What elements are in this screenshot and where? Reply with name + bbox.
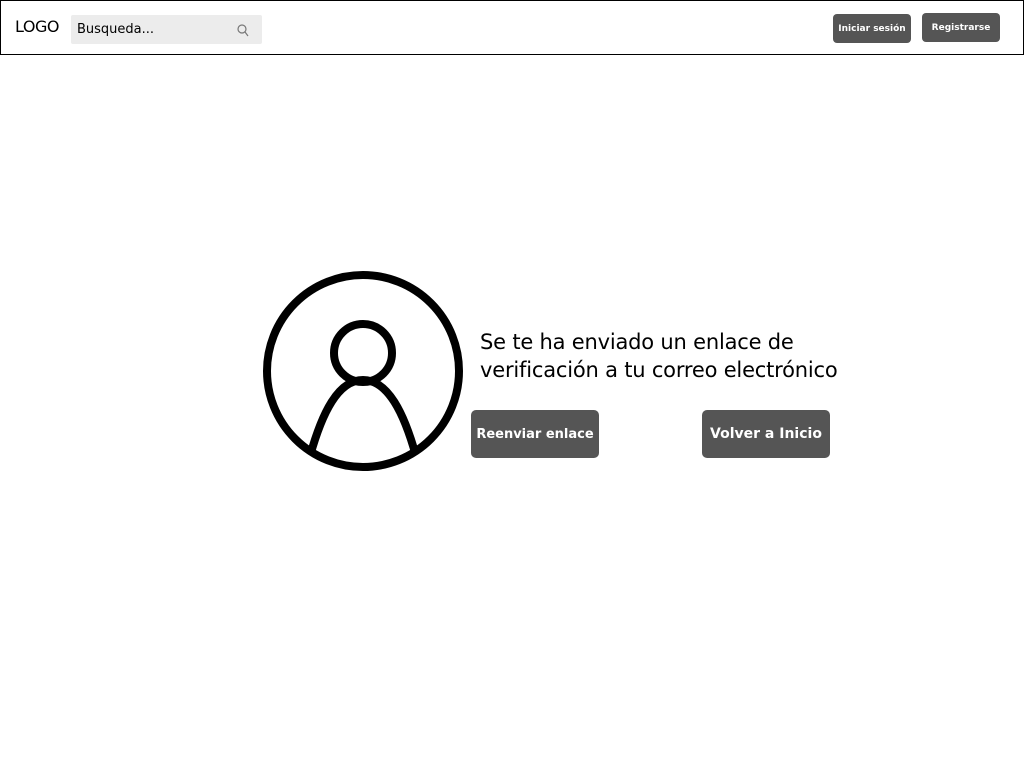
user-avatar-icon xyxy=(260,268,466,474)
top-header: LOGO Iniciar sesión Registrarse xyxy=(0,0,1024,55)
resend-link-button[interactable]: Reenviar enlace xyxy=(471,410,599,458)
verification-message: Se te ha enviado un enlace de verificaci… xyxy=(480,330,838,382)
login-button[interactable]: Iniciar sesión xyxy=(833,14,911,43)
logo[interactable]: LOGO xyxy=(15,17,59,36)
back-home-button[interactable]: Volver a Inicio xyxy=(702,410,830,458)
search-box[interactable] xyxy=(71,15,262,44)
search-icon[interactable] xyxy=(236,22,250,37)
search-input[interactable] xyxy=(71,15,231,44)
register-button[interactable]: Registrarse xyxy=(922,13,1000,42)
